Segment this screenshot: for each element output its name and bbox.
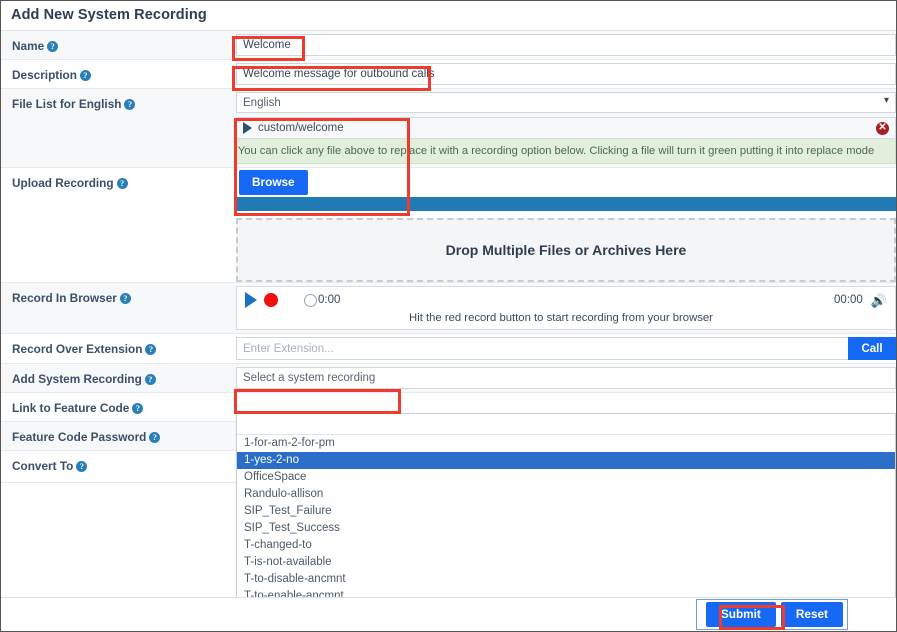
seek-handle[interactable]	[304, 293, 317, 307]
label-name: Name?	[1, 31, 236, 59]
label-convert-to: Convert To?	[1, 451, 236, 482]
label-record-over-extension: Record Over Extension?	[1, 334, 236, 363]
extension-input-group: Call	[236, 337, 896, 360]
help-icon[interactable]: ?	[145, 344, 157, 355]
recorder-controls: 0:00 00:00 🔊	[245, 290, 887, 310]
form-row-file-list: File List for English? English ▾ custom/…	[1, 89, 896, 168]
dropdown-option[interactable]: T-to-disable-ancmnt	[237, 571, 895, 588]
total-time: 00:00	[834, 294, 863, 306]
label-description: Description?	[1, 60, 236, 88]
upload-progress-bar	[236, 197, 896, 211]
dropdown-option[interactable]: Randulo-allison	[237, 486, 895, 503]
label-file-list: File List for English?	[1, 89, 236, 167]
label-feature-code-password: Feature Code Password?	[1, 422, 236, 450]
page-title: Add New System Recording	[1, 1, 896, 31]
system-recording-combobox[interactable]	[236, 367, 896, 389]
form-footer: Submit Reset	[1, 597, 896, 631]
control-record-in-browser: 0:00 00:00 🔊 Hit the red record button t…	[236, 283, 896, 333]
dropdown-option[interactable]: 1-for-am-2-for-pm	[237, 435, 895, 452]
browse-button[interactable]: Browse	[239, 170, 308, 195]
extension-input[interactable]	[236, 337, 848, 360]
label-feature-code-password-text: Feature Code Password	[12, 430, 147, 444]
label-record-over-extension-text: Record Over Extension	[12, 342, 143, 356]
file-list-item[interactable]: custom/welcome ✕	[236, 117, 896, 139]
help-icon[interactable]: ?	[116, 178, 128, 189]
label-upload-recording: Upload Recording?	[1, 168, 236, 282]
record-icon[interactable]	[264, 293, 278, 307]
description-input[interactable]	[236, 63, 896, 85]
label-add-system-recording: Add System Recording?	[1, 364, 236, 392]
label-link-to-feature-code: Link to Feature Code?	[1, 393, 236, 421]
dropdown-option[interactable]: T-is-not-available	[237, 554, 895, 571]
form-row-name: Name?	[1, 31, 896, 60]
file-list-block: custom/welcome ✕ You can click any file …	[236, 117, 896, 164]
dropzone-label: Drop Multiple Files or Archives Here	[445, 242, 687, 258]
name-input[interactable]	[236, 34, 896, 56]
control-upload-recording: Browse Drop Multiple Files or Archives H…	[236, 168, 896, 282]
file-list-hint: You can click any file above to replace …	[236, 139, 896, 164]
reset-button[interactable]: Reset	[780, 602, 843, 627]
control-name	[236, 31, 896, 59]
label-record-in-browser: Record In Browser?	[1, 283, 236, 333]
label-file-list-text: File List for English	[12, 97, 122, 111]
form-row-record-over-extension: Record Over Extension? Call	[1, 334, 896, 364]
dropdown-option[interactable]: T-changed-to	[237, 537, 895, 554]
form-row-description: Description?	[1, 60, 896, 89]
delete-icon[interactable]: ✕	[876, 122, 889, 135]
seek-slider[interactable]: 0:00	[304, 293, 341, 307]
dropdown-option[interactable]: SIP_Test_Failure	[237, 503, 895, 520]
dropdown-option[interactable]: SIP_Test_Success	[237, 520, 895, 537]
label-upload-recording-text: Upload Recording	[12, 176, 114, 190]
control-add-system-recording	[236, 364, 896, 392]
dropdown-option[interactable]: OfficeSpace	[237, 469, 895, 486]
dropdown-options: 1-for-am-2-for-pm 1-yes-2-no OfficeSpace…	[237, 435, 895, 604]
play-icon[interactable]	[245, 292, 257, 308]
form-row-add-system-recording: Add System Recording?	[1, 364, 896, 393]
file-dropzone[interactable]: Drop Multiple Files or Archives Here	[236, 218, 896, 282]
help-icon[interactable]: ?	[124, 99, 136, 110]
file-name: custom/welcome	[258, 122, 344, 134]
help-icon[interactable]: ?	[119, 293, 131, 304]
label-description-text: Description	[12, 68, 77, 82]
control-description	[236, 60, 896, 88]
dropdown-option-selected[interactable]: 1-yes-2-no	[237, 452, 895, 469]
submit-button[interactable]: Submit	[705, 602, 776, 627]
help-icon[interactable]: ?	[79, 70, 91, 81]
label-record-in-browser-text: Record In Browser	[12, 291, 117, 305]
control-record-over-extension: Call	[236, 334, 896, 363]
help-icon[interactable]: ?	[76, 461, 88, 472]
recorder-right-group: 00:00 🔊	[834, 294, 887, 307]
form-row-upload-recording: Upload Recording? Browse Drop Multiple F…	[1, 168, 896, 283]
help-icon[interactable]: ?	[144, 374, 156, 385]
label-name-text: Name	[12, 39, 45, 53]
language-select[interactable]: English	[236, 92, 896, 113]
dropdown-search-input[interactable]	[237, 414, 895, 435]
system-recording-dropdown[interactable]: 1-for-am-2-for-pm 1-yes-2-no OfficeSpace…	[236, 413, 896, 605]
help-icon[interactable]: ?	[132, 403, 144, 414]
current-time: 0:00	[318, 294, 341, 306]
help-icon[interactable]: ?	[47, 41, 59, 52]
language-select-wrap: English ▾	[236, 92, 896, 113]
help-icon[interactable]: ?	[149, 432, 161, 443]
footer-button-group: Submit Reset	[695, 599, 848, 630]
recorder-hint: Hit the red record button to start recor…	[409, 312, 713, 324]
label-add-system-recording-text: Add System Recording	[12, 372, 142, 386]
play-icon[interactable]	[243, 122, 252, 134]
label-convert-to-text: Convert To	[12, 459, 74, 473]
label-link-to-feature-code-text: Link to Feature Code	[12, 401, 130, 415]
control-file-list: English ▾ custom/welcome ✕ You can click…	[236, 89, 896, 167]
volume-icon[interactable]: 🔊	[871, 294, 887, 307]
form-row-record-in-browser: Record In Browser? 0:00 00:00 🔊 Hit the …	[1, 283, 896, 334]
system-recording-panel: Add New System Recording Name? Descripti…	[0, 0, 897, 632]
browser-recorder: 0:00 00:00 🔊 Hit the red record button t…	[236, 286, 896, 330]
call-button[interactable]: Call	[848, 337, 896, 360]
